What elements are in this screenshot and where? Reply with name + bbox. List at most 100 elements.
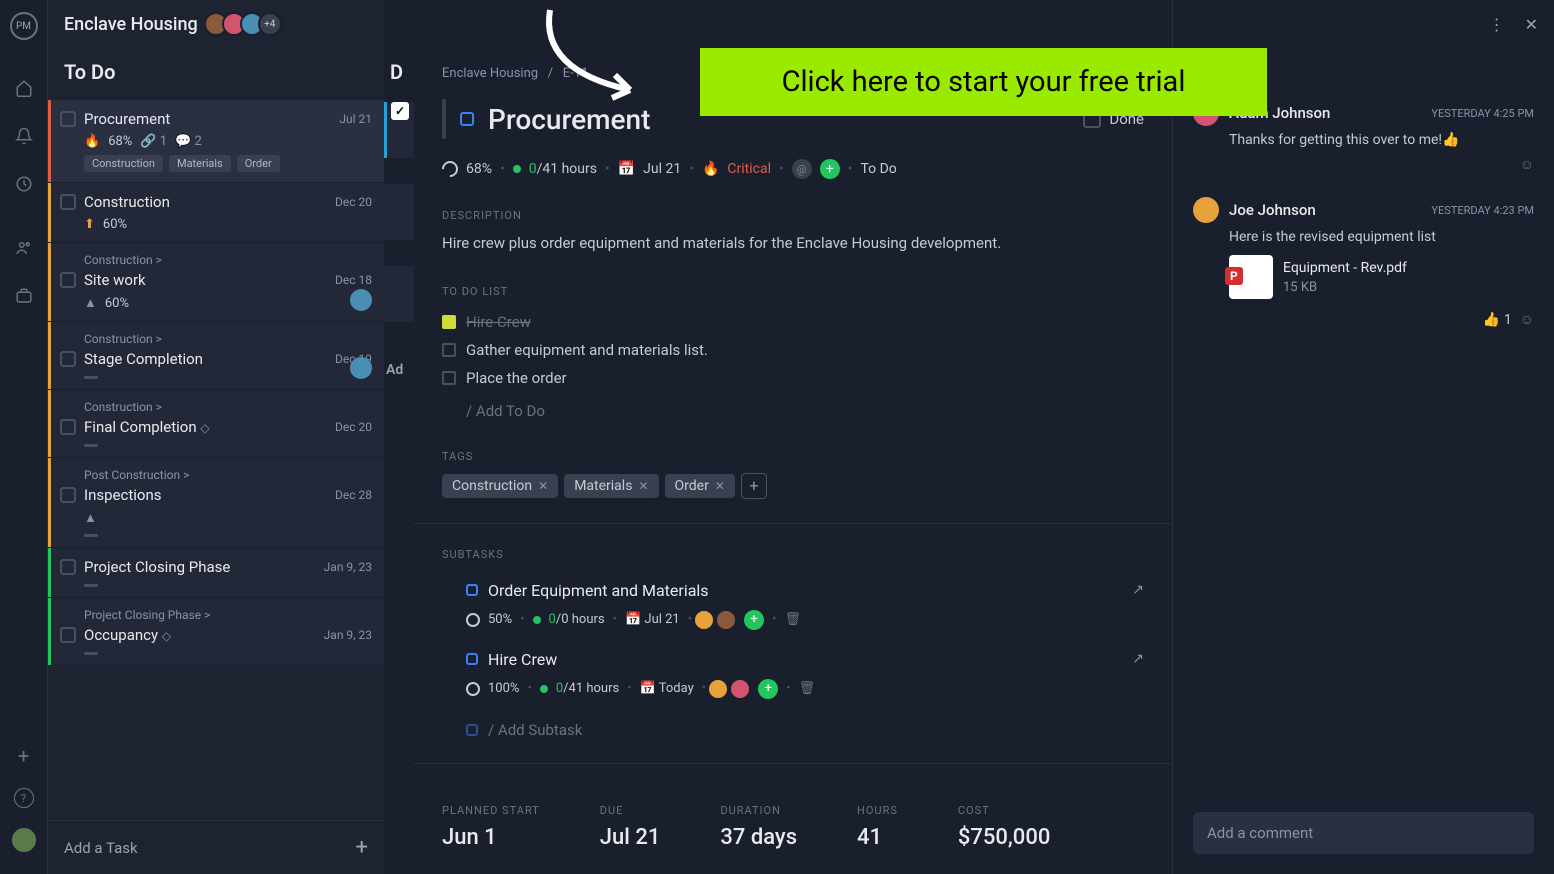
comment-time: YESTERDAY 4:25 PM <box>1431 107 1534 120</box>
tag-pill[interactable]: Materials✕ <box>564 474 658 498</box>
remove-tag-icon[interactable]: ✕ <box>538 479 548 493</box>
checkbox-icon[interactable] <box>60 627 76 643</box>
status-dot-icon <box>533 616 541 624</box>
people-icon[interactable] <box>14 238 34 258</box>
task-title: Procurement <box>84 110 331 128</box>
attachment[interactable]: P Equipment - Rev.pdf15 KB <box>1229 255 1534 299</box>
subtask-card[interactable]: Hire Crew ↗ 100% • 0/41 hours • 📅 Today … <box>442 640 1144 709</box>
subtask-card[interactable]: Order Equipment and Materials ↗ 50% • 0/… <box>442 571 1144 640</box>
checkbox-icon[interactable] <box>60 487 76 503</box>
task-card[interactable]: ProcurementJul 21🔥68%🔗 1💬 2ConstructionM… <box>48 100 384 183</box>
todo-label: TO DO LIST <box>442 285 1144 298</box>
trash-icon[interactable]: 🗑 <box>799 681 816 696</box>
task-crumb: Construction > <box>84 332 372 346</box>
home-icon[interactable] <box>14 78 34 98</box>
remove-tag-icon[interactable]: ✕ <box>638 479 648 493</box>
subtask-title: Hire Crew <box>488 650 1122 669</box>
project-name[interactable]: Enclave Housing <box>64 14 198 35</box>
assignee-avatar[interactable]: @ <box>792 159 812 179</box>
progress-ring-icon <box>439 158 462 181</box>
cta-banner[interactable]: Click here to start your free trial <box>700 48 1267 116</box>
add-assignee-button[interactable]: + <box>820 159 840 179</box>
add-reaction-icon[interactable]: ☺ <box>1520 312 1534 328</box>
plus-icon: + <box>356 835 368 860</box>
status-dot-icon <box>540 685 548 693</box>
add-tag-button[interactable]: + <box>741 473 767 499</box>
tag-chip: Materials <box>169 155 231 172</box>
task-date: Dec 18 <box>335 273 372 287</box>
add-todo-button[interactable]: / Add To Do <box>442 392 1144 420</box>
tag-pill[interactable]: Construction✕ <box>442 474 558 498</box>
assignee-avatar <box>694 610 714 630</box>
project-members[interactable]: +4 <box>210 12 282 36</box>
flame-icon: 🔥 <box>702 161 719 177</box>
add-reaction-icon[interactable]: ☺ <box>1520 157 1534 173</box>
checkbox-icon[interactable] <box>60 419 76 435</box>
trash-icon[interactable]: 🗑 <box>785 612 802 627</box>
task-title: Inspections <box>84 486 327 504</box>
task-date: Jul 21 <box>339 112 372 126</box>
description-text: Hire crew plus order equipment and mater… <box>442 232 1144 255</box>
app-logo[interactable]: PM <box>10 12 38 40</box>
checkbox-icon[interactable] <box>442 315 456 329</box>
task-type-icon <box>460 112 474 126</box>
tags-label: TAGS <box>442 450 1144 463</box>
checkbox-icon[interactable] <box>60 272 76 288</box>
checkbox-icon[interactable] <box>442 371 456 385</box>
checkbox-icon[interactable] <box>60 559 76 575</box>
task-card[interactable]: Construction >Stage CompletionDec 19 <box>48 322 384 390</box>
task-card[interactable]: Construction >Site workDec 18▲60% <box>48 243 384 322</box>
open-icon[interactable]: ↗ <box>1132 651 1144 667</box>
bell-icon[interactable] <box>14 126 34 146</box>
todo-item[interactable]: Place the order <box>442 364 1144 392</box>
add-column-peek: Ad <box>386 362 414 378</box>
task-date: Dec 28 <box>335 488 372 502</box>
checkbox-icon[interactable] <box>442 343 456 357</box>
tag-pill[interactable]: Order✕ <box>665 474 735 498</box>
task-date: Dec 20 <box>335 420 372 434</box>
open-icon[interactable]: ↗ <box>1132 582 1144 598</box>
current-user-avatar[interactable] <box>12 828 36 852</box>
clock-icon[interactable] <box>14 174 34 194</box>
tag-chip: Construction <box>84 155 163 172</box>
add-comment-input[interactable]: Add a comment <box>1193 812 1534 854</box>
todo-item[interactable]: Gather equipment and materials list. <box>442 336 1144 364</box>
progress-ring-icon <box>466 613 480 627</box>
task-title: Project Closing Phase <box>84 558 316 576</box>
checkbox-icon[interactable] <box>60 194 76 210</box>
assignee-avatar <box>730 679 750 699</box>
add-assignee-button[interactable]: + <box>758 679 778 699</box>
subtasks-label: SUBTASKS <box>442 548 1144 561</box>
reaction-badge[interactable]: 👍 1 <box>1483 312 1512 328</box>
status-dot-icon <box>513 165 521 173</box>
add-assignee-button[interactable]: + <box>744 610 764 630</box>
todo-item[interactable]: Hire Crew <box>442 308 1144 336</box>
member-more-badge: +4 <box>258 12 282 36</box>
help-icon[interactable]: ? <box>14 788 34 808</box>
task-crumb: Post Construction > <box>84 468 372 482</box>
task-crumb: Project Closing Phase > <box>84 608 372 622</box>
task-card[interactable]: Project Closing PhaseJan 9, 23 <box>48 548 384 598</box>
add-icon[interactable]: + <box>18 744 29 768</box>
comment-author: Joe Johnson <box>1229 201 1316 219</box>
task-title: Construction <box>84 193 327 211</box>
task-card[interactable]: Post Construction >InspectionsDec 28▲ <box>48 458 384 548</box>
task-card[interactable]: Construction >Final Completion ◇Dec 20 <box>48 390 384 458</box>
task-color-bar <box>442 99 446 139</box>
add-subtask-button[interactable]: / Add Subtask <box>442 709 1144 739</box>
remove-tag-icon[interactable]: ✕ <box>715 479 725 493</box>
checkbox-done-icon: ✓ <box>391 102 409 120</box>
task-title: Site work <box>84 271 327 289</box>
menu-icon[interactable]: ⋮ <box>1489 15 1505 34</box>
comment: Joe Johnson YESTERDAY 4:23 PM Here is th… <box>1193 197 1534 328</box>
progress-ring-icon <box>466 682 480 696</box>
add-task-button[interactable]: Add a Task + <box>48 820 384 874</box>
close-icon[interactable]: ✕ <box>1525 15 1538 34</box>
task-card[interactable]: Project Closing Phase >Occupancy ◇Jan 9,… <box>48 598 384 666</box>
task-icon <box>466 584 478 596</box>
description-label: DESCRIPTION <box>442 209 1144 222</box>
checkbox-icon[interactable] <box>60 351 76 367</box>
checkbox-icon[interactable] <box>60 111 76 127</box>
briefcase-icon[interactable] <box>14 286 34 306</box>
task-card[interactable]: ConstructionDec 20⬆60% <box>48 183 384 243</box>
